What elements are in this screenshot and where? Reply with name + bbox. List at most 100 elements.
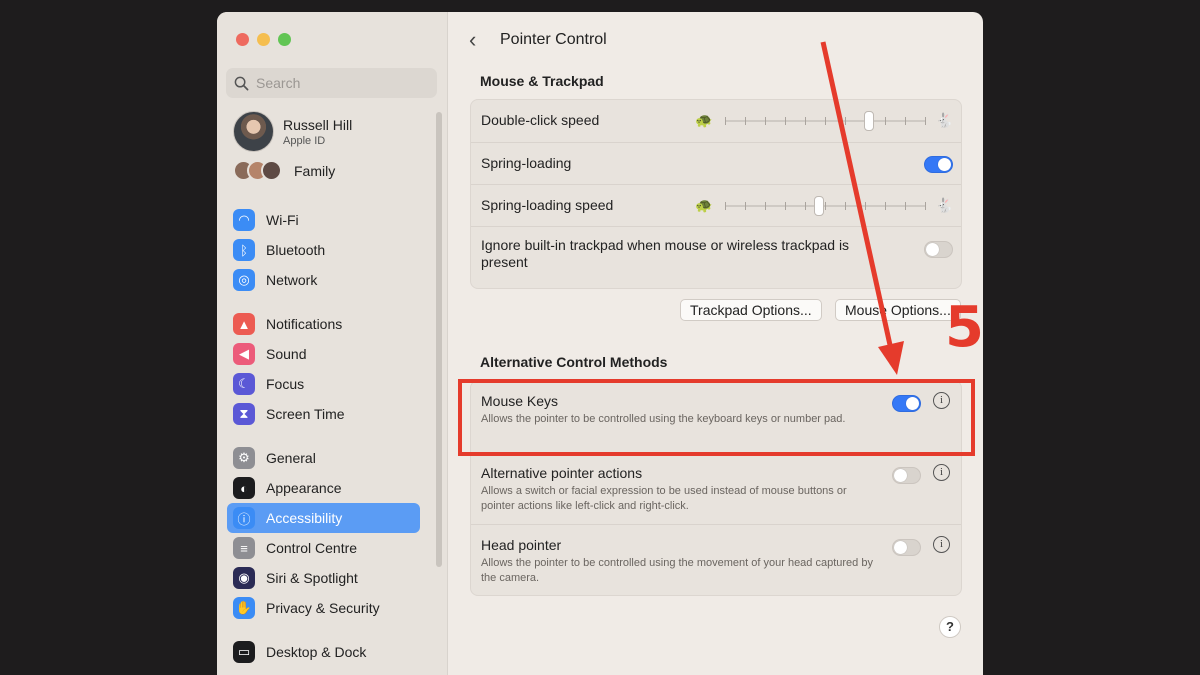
apple-id-item[interactable]: Russell Hill Apple ID xyxy=(233,111,352,152)
head-pointer-row: Head pointer Allows the pointer to be co… xyxy=(471,525,961,595)
head-pointer-description: Allows the pointer to be controlled usin… xyxy=(481,557,873,584)
slider-tick xyxy=(845,117,846,125)
globe-icon: ◎ xyxy=(233,269,255,291)
control-centre-icon: ≡ xyxy=(233,537,255,559)
slider-tick xyxy=(845,202,846,210)
page-title: Pointer Control xyxy=(500,31,607,48)
slider-tick xyxy=(765,117,766,125)
sidebar-item-siri-spotlight[interactable]: ◉ Siri & Spotlight xyxy=(227,563,420,593)
sidebar-item-label: Desktop & Dock xyxy=(266,644,367,660)
family-item[interactable]: Family xyxy=(233,160,335,181)
sidebar-item-label: Accessibility xyxy=(266,510,343,526)
info-icon[interactable]: i xyxy=(933,464,950,481)
turtle-icon: 🐢 xyxy=(695,112,713,128)
search-box[interactable] xyxy=(226,68,437,98)
alternative-pointer-actions-label: Alternative pointer actions xyxy=(481,465,643,481)
sidebar-item-focus[interactable]: ☾ Focus xyxy=(227,369,420,399)
slider-tick xyxy=(785,117,786,125)
slider-thumb[interactable] xyxy=(814,196,824,216)
slider-tick xyxy=(825,117,826,125)
sidebar-item-label: Bluetooth xyxy=(266,242,326,258)
sidebar-item-network[interactable]: ◎ Network xyxy=(227,265,420,295)
section-alternative-control: Alternative Control Methods xyxy=(480,354,668,370)
user-subtitle: Apple ID xyxy=(283,134,326,147)
double-click-speed-row: Double-click speed 🐢 🐇 xyxy=(471,100,961,143)
double-click-speed-slider[interactable]: 🐢 🐇 xyxy=(695,111,953,131)
sidebar-item-screen-time[interactable]: ⧗ Screen Time xyxy=(227,399,420,429)
alternative-pointer-actions-description: Allows a switch or facial expression to … xyxy=(481,485,847,512)
back-chevron-icon[interactable]: ‹ xyxy=(469,27,489,53)
slider-tick xyxy=(865,202,866,210)
sidebar-item-control-centre[interactable]: ≡ Control Centre xyxy=(227,533,420,563)
window-controls xyxy=(236,33,291,46)
sidebar: Russell Hill Apple ID Family ◠ Wi-Fi ᛒ Blue… xyxy=(217,12,448,675)
head-pointer-toggle[interactable] xyxy=(892,539,921,556)
slider-tick xyxy=(725,202,726,210)
zoom-button[interactable] xyxy=(278,33,291,46)
sidebar-group: ◠ Wi-Fi ᛒ Bluetooth ◎ Network xyxy=(227,205,420,295)
slider-tick xyxy=(805,117,806,125)
sidebar-item-bluetooth[interactable]: ᛒ Bluetooth xyxy=(227,235,420,265)
slider-tick xyxy=(925,117,926,125)
ignore-trackpad-toggle[interactable] xyxy=(924,241,953,258)
family-avatar xyxy=(261,160,282,181)
slider-thumb[interactable] xyxy=(864,111,874,131)
slider-tick xyxy=(745,117,746,125)
accessibility-icon: ⓘ xyxy=(233,507,255,529)
ignore-trackpad-label: Ignore built-in trackpad when mouse or w… xyxy=(481,237,850,270)
bluetooth-icon: ᛒ xyxy=(233,239,255,261)
info-icon[interactable]: i xyxy=(933,536,950,553)
alternative-pointer-actions-row: Alternative pointer actions Allows a swi… xyxy=(471,453,961,525)
trackpad-options-button[interactable]: Trackpad Options... xyxy=(680,299,822,321)
sidebar-item-accessibility[interactable]: ⓘ Accessibility xyxy=(227,503,420,533)
spring-loading-speed-slider[interactable]: 🐢 🐇 xyxy=(695,196,953,216)
sidebar-item-label: Appearance xyxy=(266,480,342,496)
slider-tick xyxy=(765,202,766,210)
spring-loading-label: Spring-loading xyxy=(481,155,572,171)
slider-tick xyxy=(905,202,906,210)
content-pane: ‹ Pointer Control Mouse & Trackpad Doubl… xyxy=(449,12,983,675)
spring-loading-toggle[interactable] xyxy=(924,156,953,173)
hourglass-icon: ⧗ xyxy=(233,403,255,425)
sidebar-group: ▭ Desktop & Dock xyxy=(227,637,420,667)
slider-tick xyxy=(725,117,726,125)
sidebar-item-label: General xyxy=(266,450,316,466)
sidebar-item-label: Network xyxy=(266,272,318,288)
spring-loading-row: Spring-loading xyxy=(471,143,961,185)
sidebar-item-label: Control Centre xyxy=(266,540,358,556)
turtle-icon: 🐢 xyxy=(695,197,713,213)
sidebar-item-desktop-dock[interactable]: ▭ Desktop & Dock xyxy=(227,637,420,667)
sidebar-item-wi-fi[interactable]: ◠ Wi-Fi xyxy=(227,205,420,235)
spring-loading-speed-label: Spring-loading speed xyxy=(481,197,614,213)
sidebar-item-general[interactable]: ⚙ General xyxy=(227,443,420,473)
slider-tick xyxy=(805,202,806,210)
slider-tick xyxy=(745,202,746,210)
moon-icon: ☾ xyxy=(233,373,255,395)
ignore-trackpad-row: Ignore built-in trackpad when mouse or w… xyxy=(471,227,961,290)
rabbit-icon: 🐇 xyxy=(935,112,953,128)
close-button[interactable] xyxy=(236,33,249,46)
sidebar-item-label: Sound xyxy=(266,346,307,362)
alternative-pointer-actions-toggle[interactable] xyxy=(892,467,921,484)
siri-icon: ◉ xyxy=(233,567,255,589)
sidebar-scrollbar[interactable] xyxy=(436,112,442,567)
slider-tick xyxy=(885,117,886,125)
sidebar-item-sound[interactable]: ◀ Sound xyxy=(227,339,420,369)
slider-tick xyxy=(905,117,906,125)
slider-tick xyxy=(925,202,926,210)
sidebar-item-privacy-security[interactable]: ✋ Privacy & Security xyxy=(227,593,420,623)
search-input[interactable] xyxy=(256,75,426,91)
hand-icon: ✋ xyxy=(233,597,255,619)
head-pointer-label: Head pointer xyxy=(481,537,562,553)
mouse-options-button[interactable]: Mouse Options... xyxy=(835,299,961,321)
sidebar-item-notifications[interactable]: ▲ Notifications xyxy=(227,309,420,339)
help-button[interactable]: ? xyxy=(939,616,961,638)
search-icon xyxy=(234,76,249,90)
sidebar-item-label: Wi-Fi xyxy=(266,212,299,228)
avatar xyxy=(233,111,274,152)
family-label: Family xyxy=(294,162,336,179)
user-name: Russell Hill xyxy=(283,116,353,133)
minimize-button[interactable] xyxy=(257,33,270,46)
sidebar-item-appearance[interactable]: ◐ Appearance xyxy=(227,473,420,503)
gear-icon: ⚙ xyxy=(233,447,255,469)
